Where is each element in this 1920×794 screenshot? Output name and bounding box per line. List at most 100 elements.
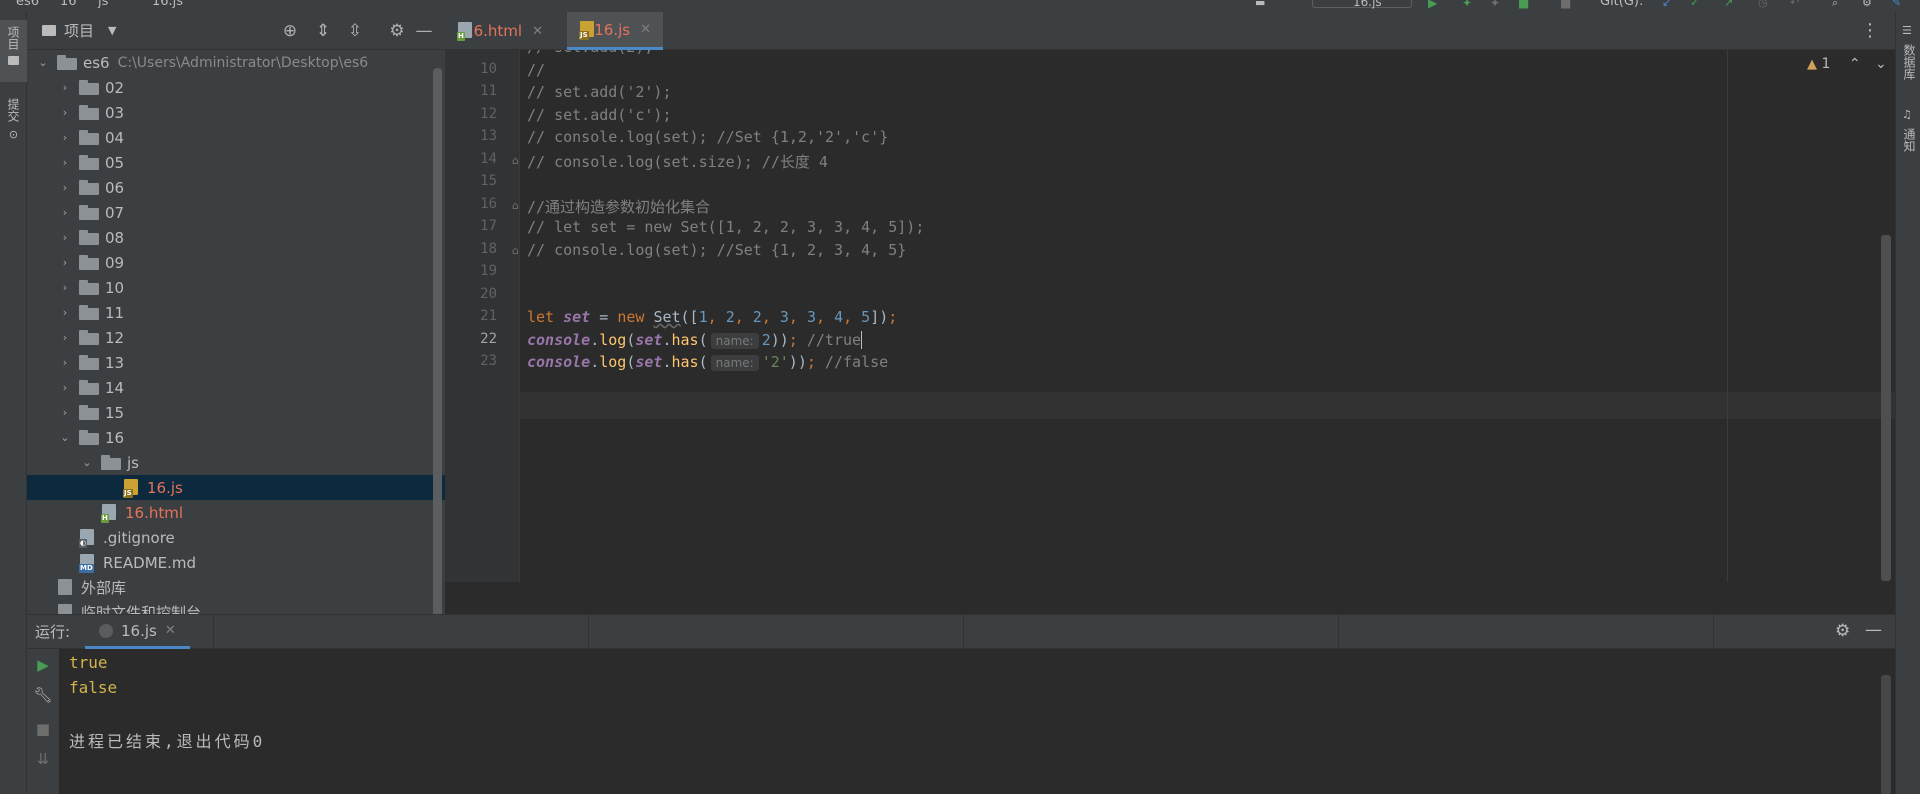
- locate-file-icon[interactable]: ⊕: [280, 21, 300, 41]
- hide-panel-icon[interactable]: —: [1865, 620, 1882, 640]
- chevron-right-icon[interactable]: ›: [57, 156, 73, 169]
- chevron-right-icon[interactable]: ›: [57, 231, 73, 244]
- console-scrollbar[interactable]: [1881, 675, 1891, 794]
- tree-item[interactable]: JS 16.js: [27, 475, 445, 500]
- history-icon[interactable]: ◷: [1758, 0, 1772, 9]
- run-config-selector[interactable]: 16.js: [1312, 0, 1412, 9]
- chevron-right-icon[interactable]: ›: [57, 81, 73, 94]
- chevron-down-icon[interactable]: ⌄: [35, 56, 51, 69]
- git-commit-icon[interactable]: ✓: [1690, 0, 1704, 9]
- code-editor[interactable]: 91011121314⌂1516⌂1718⌂1920212223 // set.…: [445, 50, 1895, 582]
- rollback-icon[interactable]: ↶: [1790, 0, 1804, 9]
- chevron-right-icon[interactable]: ›: [57, 356, 73, 369]
- run-icon[interactable]: ▶: [1428, 0, 1442, 10]
- tree-item[interactable]: › 04: [27, 125, 445, 150]
- tree-item[interactable]: › 07: [27, 200, 445, 225]
- tree-item[interactable]: 临时文件和控制台: [27, 600, 445, 614]
- chevron-right-icon[interactable]: ›: [57, 381, 73, 394]
- git-update-icon[interactable]: ↙: [1662, 0, 1676, 9]
- tree-item[interactable]: ⌄ 16: [27, 425, 445, 450]
- tool-tab-database[interactable]: 数据库: [1901, 44, 1918, 80]
- tree-item[interactable]: › 11: [27, 300, 445, 325]
- breadcrumb-file[interactable]: 16.js: [152, 0, 183, 9]
- tree-item[interactable]: › 09: [27, 250, 445, 275]
- tree-item[interactable]: › 15: [27, 400, 445, 425]
- tree-item[interactable]: › 14: [27, 375, 445, 400]
- code-token: has: [671, 330, 699, 349]
- settings-icon[interactable]: ⚙: [1862, 0, 1876, 9]
- chevron-right-icon[interactable]: ›: [57, 106, 73, 119]
- tree-item[interactable]: 外部库: [27, 575, 445, 600]
- search-icon[interactable]: ⌕: [1832, 0, 1846, 9]
- tree-item[interactable]: › 10: [27, 275, 445, 300]
- chevron-right-icon[interactable]: ›: [57, 281, 73, 294]
- tree-item[interactable]: › 03: [27, 100, 445, 125]
- chevron-right-icon[interactable]: ›: [57, 181, 73, 194]
- plugin-icon[interactable]: ✎: [1892, 0, 1906, 9]
- tab-16-js[interactable]: JS 16.js ✕: [567, 12, 663, 50]
- chevron-right-icon[interactable]: ›: [57, 256, 73, 269]
- expand-all-icon[interactable]: ⇕: [313, 21, 333, 41]
- breadcrumb-folder[interactable]: 16: [60, 0, 77, 9]
- profile-icon[interactable]: ■: [1518, 0, 1532, 10]
- code-token: ,: [707, 308, 726, 326]
- tree-item[interactable]: › 05: [27, 150, 445, 175]
- tree-item[interactable]: › 02: [27, 75, 445, 100]
- close-icon[interactable]: ✕: [165, 623, 176, 638]
- chevron-down-icon[interactable]: ⌄: [57, 431, 73, 444]
- project-tree-scrollbar[interactable]: [433, 68, 442, 620]
- breadcrumb-project[interactable]: es6: [16, 0, 39, 9]
- git-push-icon[interactable]: ↗: [1724, 0, 1738, 9]
- close-icon[interactable]: ✕: [640, 22, 651, 37]
- collapse-all-icon[interactable]: ⇳: [345, 21, 365, 41]
- chevron-right-icon[interactable]: ›: [57, 331, 73, 344]
- bell-icon[interactable]: ♫: [1902, 108, 1912, 121]
- close-icon[interactable]: ✕: [532, 24, 543, 39]
- git-branch-label[interactable]: Git(G):: [1600, 0, 1643, 9]
- chevron-up-icon[interactable]: ⌃: [1849, 56, 1861, 72]
- database-icon[interactable]: ☰: [1902, 24, 1912, 37]
- run-panel: 运行: 16.js ✕ ⚙ — ▶ 🔧︎ ■ ⇊ true false 进程已结束,…: [27, 614, 1895, 794]
- fold-marker-icon[interactable]: ⌂: [512, 244, 519, 257]
- tree-item[interactable]: ⌄ es6 C:\Users\Administrator\Desktop\es6: [27, 50, 445, 75]
- tool-tab-commit[interactable]: 提交 ⊙: [0, 92, 27, 154]
- tree-item-label: 03: [105, 103, 125, 122]
- chevron-right-icon[interactable]: ›: [57, 306, 73, 319]
- chevron-down-icon[interactable]: ⌄: [1875, 56, 1887, 72]
- coverage-icon[interactable]: ✦: [1490, 0, 1504, 10]
- fold-marker-icon[interactable]: ⌂: [512, 199, 519, 212]
- rerun-icon[interactable]: ▶: [33, 655, 53, 675]
- tree-item[interactable]: › 12: [27, 325, 445, 350]
- inspection-widget[interactable]: ▲ 1 ⌃ ⌄: [1807, 56, 1887, 72]
- gear-icon[interactable]: ⚙: [387, 21, 407, 41]
- fold-marker-icon[interactable]: ⌂: [512, 154, 519, 167]
- scroll-to-end-icon[interactable]: ⇊: [33, 749, 53, 769]
- gear-icon[interactable]: ⚙: [1835, 621, 1850, 641]
- stop-icon[interactable]: ■: [33, 719, 53, 739]
- build-icon[interactable]: ▬: [1255, 0, 1269, 9]
- chevron-right-icon[interactable]: ›: [57, 131, 73, 144]
- chevron-down-icon[interactable]: ▼: [108, 24, 116, 37]
- top-toolbar: es6 16 js 16.js ▬ 16.js ▶ ✦ ✦ ■ ■ Git(G)…: [0, 0, 1920, 12]
- hide-panel-icon[interactable]: —: [414, 21, 434, 41]
- debug-icon[interactable]: ✦: [1462, 0, 1476, 10]
- tree-item[interactable]: › 06: [27, 175, 445, 200]
- chevron-down-icon[interactable]: ⌄: [79, 456, 95, 469]
- tree-item[interactable]: H 16.html: [27, 500, 445, 525]
- tree-item[interactable]: MD README.md: [27, 550, 445, 575]
- wrench-icon[interactable]: 🔧︎: [33, 685, 53, 705]
- breadcrumb-subfolder[interactable]: js: [98, 0, 108, 9]
- tree-item[interactable]: › 08: [27, 225, 445, 250]
- tree-item[interactable]: ⌄ js: [27, 450, 445, 475]
- tree-item[interactable]: › 13: [27, 350, 445, 375]
- tool-tab-notifications[interactable]: 通知: [1901, 128, 1918, 152]
- stop-icon[interactable]: ■: [1560, 0, 1574, 10]
- tab-16-html[interactable]: H 16.html ✕: [445, 12, 555, 50]
- tool-tab-project[interactable]: 项目: [0, 20, 27, 82]
- tree-item[interactable]: ◐ .gitignore: [27, 525, 445, 550]
- run-tab-16-js[interactable]: 16.js ✕: [85, 615, 190, 649]
- more-options-icon[interactable]: ⋮: [1861, 20, 1879, 41]
- editor-scrollbar[interactable]: [1881, 235, 1891, 581]
- chevron-right-icon[interactable]: ›: [57, 406, 73, 419]
- chevron-right-icon[interactable]: ›: [57, 206, 73, 219]
